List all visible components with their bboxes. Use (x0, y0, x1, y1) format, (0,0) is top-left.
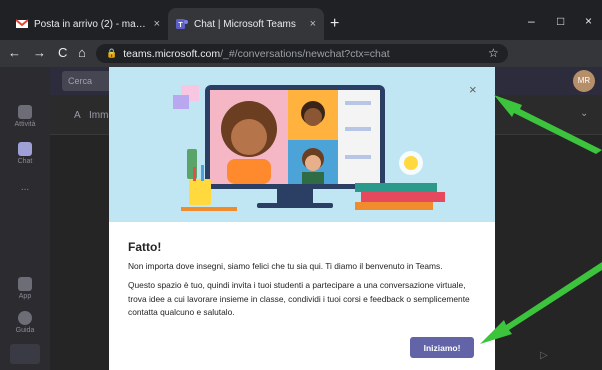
window-close-button[interactable]: × (585, 14, 592, 28)
dialog-title: Fatto! (128, 240, 162, 254)
close-icon[interactable]: × (469, 83, 477, 96)
chevron-down-icon[interactable]: ⌄ (580, 108, 588, 119)
get-started-button[interactable]: Iniziamo! (410, 337, 474, 358)
welcome-illustration (109, 67, 495, 222)
send-icon[interactable]: ▷ (540, 350, 548, 361)
address-bar[interactable]: 🔒 teams.microsoft.com /_#/conversations/… (96, 44, 508, 63)
teams-icon: T (176, 19, 188, 29)
bookmark-star-icon[interactable]: ☆ (488, 46, 499, 60)
browser-tab-teams[interactable]: T Chat | Microsoft Teams × (168, 8, 324, 40)
browser-tab-gmail[interactable]: Posta in arrivo (2) - mario.rossi@ × (8, 8, 168, 40)
gmail-icon (16, 19, 28, 28)
tab-close-icon[interactable]: × (154, 18, 160, 30)
avatar[interactable]: MR (573, 70, 595, 92)
rail-item-label: Chat (17, 158, 33, 165)
rail-item-help[interactable]: Guida (0, 311, 50, 334)
rail-item-apps[interactable]: App (0, 277, 50, 300)
svg-text:T: T (178, 22, 183, 29)
help-icon (18, 311, 32, 325)
chat-icon (18, 142, 32, 156)
tab-title: Posta in arrivo (2) - mario.rossi@ (34, 18, 148, 30)
rail-item-chat[interactable]: Chat (0, 142, 50, 165)
bell-icon (18, 105, 32, 119)
tab-title: Chat | Microsoft Teams (194, 18, 296, 30)
download-app-icon[interactable] (10, 344, 40, 364)
home-button[interactable]: ⌂ (78, 44, 86, 62)
tab-close-icon[interactable]: × (310, 18, 316, 30)
rail-item-label: App (18, 293, 32, 300)
lock-icon: 🔒 (106, 48, 118, 58)
minimize-button[interactable]: – (528, 14, 535, 28)
welcome-dialog: × Fatto! Non importa dove insegni, siamo… (109, 67, 495, 370)
chat-header-title: A Imm (74, 110, 109, 121)
url-host: teams.microsoft.com (123, 47, 221, 60)
classroom-illustration (173, 85, 445, 211)
dialog-paragraph-details: Questo spazio è tuo, quindi invita i tuo… (128, 280, 470, 317)
rail-item-label: Guida (15, 327, 35, 334)
rail-item-more[interactable]: ... (0, 182, 50, 193)
maximize-button[interactable]: □ (557, 14, 564, 28)
rail-item-label: Attività (14, 121, 36, 128)
apps-icon (18, 277, 32, 291)
forward-button[interactable]: → (33, 44, 46, 62)
new-tab-button[interactable]: + (330, 16, 339, 32)
rail-item-activity[interactable]: Attività (0, 105, 50, 128)
url-path: /_#/conversations/newchat?ctx=chat (220, 47, 390, 60)
back-button[interactable]: ← (8, 44, 21, 62)
reload-button[interactable]: C (58, 44, 67, 62)
dialog-paragraph-welcome: Non importa dove insegni, siamo felici c… (128, 261, 443, 271)
